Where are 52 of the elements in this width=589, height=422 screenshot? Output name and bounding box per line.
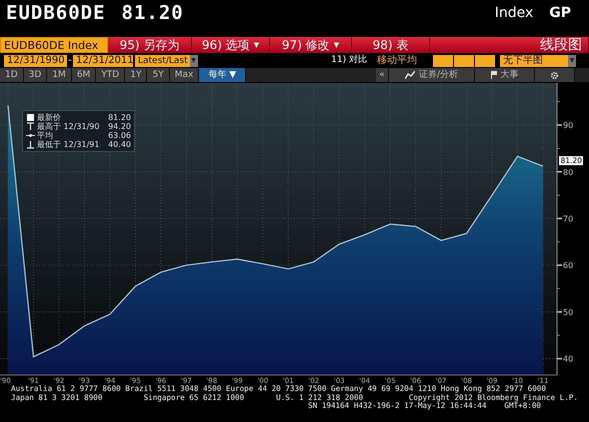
period-tab[interactable]: 每年 ▼ <box>199 68 246 82</box>
legend-label: 最低于 12/31/91 <box>37 140 100 149</box>
period-tab[interactable]: YTD <box>96 68 126 82</box>
y-tick-label: 40 <box>563 354 574 364</box>
y-tick-label: 50 <box>563 308 574 317</box>
menu-button[interactable]: 95) 另存为 <box>108 37 192 53</box>
end-date-field[interactable]: 12/31/2011 <box>73 54 133 66</box>
legend-label: 最高于 12/31/90 <box>37 122 100 131</box>
legend-value: 94.20 <box>108 122 131 131</box>
y-tick-label: 80 <box>563 168 574 177</box>
function-code: GP <box>549 4 571 23</box>
menu-button[interactable]: 98) 表 <box>352 37 430 53</box>
y-tick-label: 60 <box>563 261 574 270</box>
period-tab[interactable]: 5Y <box>147 68 170 82</box>
period-tab[interactable]: 1M <box>47 68 72 82</box>
period-tab[interactable]: 1Y <box>125 68 148 82</box>
period-tab[interactable]: Max <box>170 68 200 82</box>
average-marker-icon <box>26 131 35 140</box>
ticker-symbol: EUDB60DE <box>6 2 106 24</box>
legend-value: 40.40 <box>108 140 131 149</box>
period-tab[interactable]: 3D <box>24 68 48 82</box>
y-tick-label: 70 <box>563 214 574 224</box>
start-date-field[interactable]: 12/31/1990 <box>4 54 67 66</box>
security-field[interactable]: EUDB60DE Index <box>0 37 108 53</box>
security-type: Index <box>494 4 534 23</box>
settings-button[interactable] <box>535 68 575 82</box>
y-tick-label: 90 <box>563 121 574 130</box>
compare-link[interactable]: 11) 对比 <box>331 54 367 68</box>
input-field[interactable] <box>475 54 495 66</box>
high-marker-icon <box>26 122 35 131</box>
collapse-button[interactable]: « <box>376 68 389 82</box>
period-tab[interactable]: 6M <box>72 68 96 82</box>
date-separator: - <box>67 54 73 68</box>
input-field[interactable] <box>433 54 453 66</box>
legend-value: 63.06 <box>108 131 131 140</box>
settings-icon <box>550 70 559 80</box>
chart-type-button[interactable]: 线段图 <box>430 37 589 53</box>
period-tab[interactable]: 1D <box>0 68 24 82</box>
index-value: 81.20 <box>122 2 184 24</box>
chart-icon <box>404 71 415 79</box>
legend-label: 最新价 <box>37 113 61 122</box>
events-button[interactable]: 大事 <box>475 68 535 82</box>
legend-value: 81.20 <box>108 113 131 122</box>
mode-dropdown[interactable]: Latest/Last <box>135 54 190 66</box>
flag-icon <box>490 71 496 79</box>
lower-chart-dropdown[interactable]: 无下半图 <box>500 54 568 66</box>
analysis-button[interactable]: 证券/分析 <box>389 68 475 82</box>
legend-label: 平均 <box>37 131 53 140</box>
input-field[interactable] <box>454 54 474 66</box>
moving-average-label: 移动平均 <box>377 54 418 68</box>
low-marker-icon <box>26 140 35 149</box>
square-icon <box>26 113 35 122</box>
